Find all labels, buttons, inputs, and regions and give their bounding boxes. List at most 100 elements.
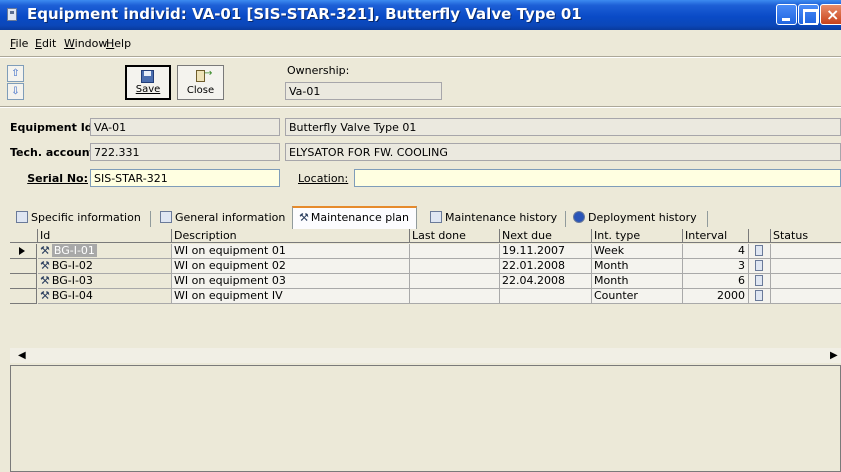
current-row-icon <box>19 247 25 255</box>
minimize-button[interactable] <box>776 4 797 25</box>
wrench-icon: ⚒ <box>40 274 50 287</box>
ownership-label: Ownership: <box>287 64 350 77</box>
table-cell-note[interactable] <box>749 274 771 289</box>
location-field[interactable] <box>354 169 841 187</box>
row-selector[interactable] <box>10 259 37 274</box>
scroll-right-icon[interactable]: ▶ <box>830 350 838 361</box>
serial-no-field[interactable]: SIS-STAR-321 <box>90 169 280 187</box>
table-cell-int-type[interactable]: Month <box>592 259 683 274</box>
menu-file[interactable]: File <box>10 37 28 50</box>
note-icon[interactable] <box>755 290 763 301</box>
title-bar[interactable]: Equipment individ: VA-01 [SIS-STAR-321],… <box>0 0 841 30</box>
menu-window[interactable]: Window <box>64 37 107 50</box>
save-button[interactable]: Save <box>125 65 171 100</box>
wrench-icon: ⚒ <box>40 244 50 257</box>
column-header-int-type[interactable]: Int. type <box>592 229 683 243</box>
row-selector[interactable] <box>10 274 37 289</box>
column-header-last-done[interactable]: Last done <box>410 229 500 243</box>
column-header-next-due[interactable]: Next due <box>500 229 592 243</box>
exit-icon <box>196 68 212 82</box>
serial-no-label: Serial No: <box>27 172 88 185</box>
tab-deployment-history[interactable]: Deployment history <box>573 208 697 229</box>
table-cell-interval[interactable]: 2000 <box>683 289 749 304</box>
save-icon <box>141 70 154 83</box>
column-header-description[interactable]: Description <box>172 229 410 243</box>
menu-divider <box>0 56 841 58</box>
next-record-button[interactable]: ⇩ <box>7 83 24 100</box>
equipment-description-field[interactable]: Butterfly Valve Type 01 <box>285 118 841 136</box>
scroll-left-icon[interactable]: ◀ <box>18 350 26 361</box>
tab-general-information[interactable]: General information <box>160 208 285 229</box>
column-header-note[interactable] <box>749 229 771 243</box>
table-cell-last-done[interactable] <box>410 259 500 274</box>
table-cell-interval[interactable]: 4 <box>683 244 749 259</box>
table-cell-last-done[interactable] <box>410 244 500 259</box>
table-cell-status[interactable] <box>771 289 841 304</box>
table-cell-last-done[interactable] <box>410 274 500 289</box>
detail-panel <box>10 365 841 472</box>
table-cell-note[interactable] <box>749 244 771 259</box>
table-cell-id[interactable]: ⚒ BG-I-04 <box>38 289 172 304</box>
tab-specific-information[interactable]: Specific information <box>16 208 141 229</box>
table-cell-description[interactable]: WI on equipment 01 <box>172 244 410 259</box>
app-icon[interactable] <box>7 8 17 21</box>
tab-separator <box>150 211 151 227</box>
ownership-field[interactable]: Va-01 <box>285 82 442 100</box>
note-icon[interactable] <box>755 260 763 271</box>
table-cell-id[interactable]: ⚒ BG-I-02 <box>38 259 172 274</box>
table-cell-int-type[interactable]: Month <box>592 274 683 289</box>
table-cell-next-due[interactable]: 22.04.2008 <box>500 274 592 289</box>
close-button[interactable]: Close <box>177 65 224 100</box>
tab-separator <box>707 211 708 227</box>
equipment-id-field[interactable]: VA-01 <box>90 118 280 136</box>
tech-account-field[interactable]: 722.331 <box>90 143 280 161</box>
table-cell-description[interactable]: WI on equipment 02 <box>172 259 410 274</box>
table-cell-status[interactable] <box>771 259 841 274</box>
previous-record-button[interactable]: ⇧ <box>7 65 24 82</box>
table-cell-description[interactable]: WI on equipment IV <box>172 289 410 304</box>
tab-maintenance-plan[interactable]: ⚒ Maintenance plan <box>292 206 417 229</box>
wrench-icon: ⚒ <box>40 289 50 302</box>
table-cell-int-type[interactable]: Week <box>592 244 683 259</box>
table-cell-last-done[interactable] <box>410 289 500 304</box>
location-label: Location: <box>298 172 349 185</box>
table-cell-note[interactable] <box>749 259 771 274</box>
table-cell-id[interactable]: ⚒ BG-I-01 <box>38 244 172 259</box>
column-header-interval[interactable]: Interval <box>683 229 749 243</box>
arrow-up-icon: ⇧ <box>11 68 20 79</box>
menu-edit[interactable]: Edit <box>35 37 56 50</box>
arrow-down-icon: ⇩ <box>11 86 20 97</box>
maximize-button[interactable] <box>798 4 819 25</box>
table-cell-int-type[interactable]: Counter <box>592 289 683 304</box>
row-selector[interactable] <box>10 289 37 304</box>
table-cell-next-due[interactable]: 22.01.2008 <box>500 259 592 274</box>
wrench-icon: ⚒ <box>40 259 50 272</box>
table-cell-id[interactable]: ⚒ BG-I-03 <box>38 274 172 289</box>
column-header-id[interactable]: Id <box>38 229 172 243</box>
note-icon[interactable] <box>755 245 763 256</box>
table-cell-note[interactable] <box>749 289 771 304</box>
table-cell-status[interactable] <box>771 274 841 289</box>
tab-bar: Specific information General information… <box>0 206 841 229</box>
table-cell-status[interactable] <box>771 244 841 259</box>
row-header-corner <box>10 229 38 243</box>
table-cell-next-due[interactable]: 19.11.2007 <box>500 244 592 259</box>
tab-maintenance-history[interactable]: Maintenance history <box>430 208 557 229</box>
close-icon: × <box>826 5 840 24</box>
save-label: Save <box>135 84 161 95</box>
horizontal-scrollbar[interactable]: ◀ ▶ <box>10 348 841 363</box>
maintenance-plan-grid[interactable]: Id Description Last done Next due Int. t… <box>10 229 841 315</box>
close-window-button[interactable]: × <box>820 4 841 25</box>
wrench-icon: ⚒ <box>299 211 309 224</box>
menu-help[interactable]: Help <box>106 37 131 50</box>
column-header-status[interactable]: Status <box>771 229 841 243</box>
table-cell-interval[interactable]: 6 <box>683 274 749 289</box>
close-label: Close <box>186 85 215 96</box>
row-selector[interactable] <box>10 244 37 259</box>
table-cell-interval[interactable]: 3 <box>683 259 749 274</box>
table-cell-next-due[interactable] <box>500 289 592 304</box>
tech-account-description-field[interactable]: ELYSATOR FOR FW. COOLING <box>285 143 841 161</box>
note-icon[interactable] <box>755 275 763 286</box>
table-cell-description[interactable]: WI on equipment 03 <box>172 274 410 289</box>
deployment-icon <box>573 211 585 223</box>
